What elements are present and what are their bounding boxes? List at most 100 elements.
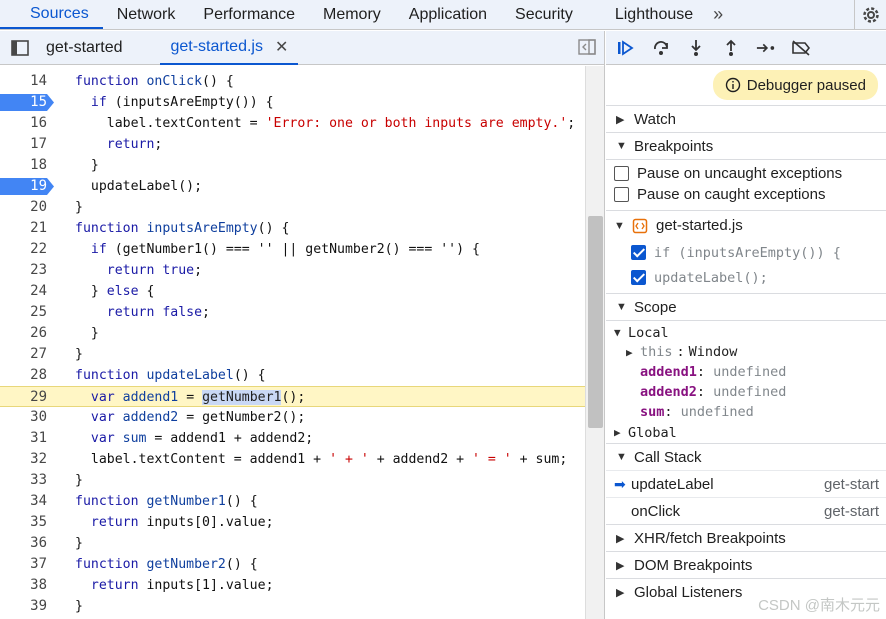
line-number[interactable]: 36 — [0, 533, 47, 554]
file-tab-get-started-js[interactable]: get-started.js ✕ — [160, 31, 299, 65]
line-number[interactable]: 22 — [0, 239, 47, 260]
info-icon — [725, 77, 740, 93]
code-line[interactable]: 26 } — [0, 323, 585, 344]
local-scope-row[interactable]: ▼ Local — [606, 320, 886, 342]
bp-file-row[interactable]: ▼ get-started.js — [606, 210, 886, 240]
code-line[interactable]: 18 } — [0, 155, 585, 176]
navigator-toggle-icon[interactable] — [0, 31, 40, 65]
debugger-toggle-icon[interactable] — [578, 39, 596, 57]
line-number[interactable]: 29 — [0, 387, 47, 408]
pause-uncaught-row[interactable]: Pause on uncaught exceptions — [606, 159, 886, 183]
tab-application[interactable]: Application — [395, 0, 501, 29]
this-key: this — [640, 344, 673, 360]
line-number[interactable]: 24 — [0, 281, 47, 302]
deactivate-breakpoints-icon[interactable] — [791, 38, 811, 58]
more-tabs-icon[interactable]: » — [707, 0, 729, 29]
bp-checkbox[interactable] — [631, 245, 646, 260]
resume-icon[interactable] — [616, 38, 636, 58]
call-stack-section-header[interactable]: ▼ Call Stack — [606, 443, 886, 470]
watch-section-header[interactable]: ▶ Watch — [606, 105, 886, 132]
code-editor[interactable]: 14 function onClick() {15 if (inputsAreEm… — [0, 66, 604, 619]
line-number[interactable]: 14 — [0, 71, 47, 92]
scrollbar-thumb[interactable] — [588, 216, 603, 428]
code-line[interactable]: 24 } else { — [0, 281, 585, 302]
tab-lighthouse[interactable]: Lighthouse — [595, 0, 707, 29]
step-out-icon[interactable] — [721, 38, 741, 58]
code-line[interactable]: 21 function inputsAreEmpty() { — [0, 218, 585, 239]
line-number[interactable]: 27 — [0, 344, 47, 365]
line-number[interactable]: 34 — [0, 491, 47, 512]
pause-uncaught-checkbox[interactable] — [614, 166, 629, 181]
bp-item[interactable]: if (inputsAreEmpty()) { — [606, 240, 886, 265]
close-icon[interactable]: ✕ — [275, 37, 288, 57]
line-number[interactable]: 21 — [0, 218, 47, 239]
code-text: var addend1 = getNumber1(); — [75, 387, 305, 408]
global-scope-row[interactable]: ▶ Global — [606, 422, 886, 443]
line-number[interactable]: 30 — [0, 407, 47, 428]
code-line[interactable]: 36} — [0, 533, 585, 554]
bp-checkbox[interactable] — [631, 270, 646, 285]
code-line[interactable]: 31 var sum = addend1 + addend2; — [0, 428, 585, 449]
step-over-icon[interactable] — [651, 38, 671, 58]
line-number[interactable]: 18 — [0, 155, 47, 176]
code-line[interactable]: 15 if (inputsAreEmpty()) { — [0, 92, 585, 113]
tab-memory[interactable]: Memory — [309, 0, 395, 29]
line-number[interactable]: 28 — [0, 365, 47, 386]
code-line[interactable]: 34 function getNumber1() { — [0, 491, 585, 512]
line-number[interactable]: 19 — [0, 176, 47, 197]
scope-section-header[interactable]: ▼ Scope — [606, 293, 886, 320]
code-line[interactable]: 30 var addend2 = getNumber2(); — [0, 407, 585, 428]
expand-icon: ▶ — [616, 586, 625, 599]
line-number[interactable]: 23 — [0, 260, 47, 281]
line-number[interactable]: 31 — [0, 428, 47, 449]
line-number[interactable]: 15 — [0, 92, 47, 113]
code-line[interactable]: 20} — [0, 197, 585, 218]
this-row[interactable]: ▶ this: Window — [606, 342, 886, 362]
code-line[interactable]: 33} — [0, 470, 585, 491]
code-line[interactable]: 35 return inputs[0].value; — [0, 512, 585, 533]
line-number[interactable]: 33 — [0, 470, 47, 491]
step-icon[interactable] — [756, 38, 776, 58]
line-number[interactable]: 32 — [0, 449, 47, 470]
line-number[interactable]: 38 — [0, 575, 47, 596]
editor-scrollbar[interactable] — [585, 66, 604, 619]
line-number[interactable]: 37 — [0, 554, 47, 575]
code-line[interactable]: 39} — [0, 596, 585, 617]
code-line[interactable]: 38 return inputs[1].value; — [0, 575, 585, 596]
code-line[interactable]: 16 label.textContent = 'Error: one or bo… — [0, 113, 585, 134]
dom-breakpoints-section-header[interactable]: ▶ DOM Breakpoints — [606, 551, 886, 578]
tab-performance[interactable]: Performance — [189, 0, 309, 29]
code-line[interactable]: 37 function getNumber2() { — [0, 554, 585, 575]
line-number[interactable]: 16 — [0, 113, 47, 134]
tab-network[interactable]: Network — [103, 0, 190, 29]
code-line[interactable]: 28 function updateLabel() { — [0, 365, 585, 386]
tab-sources[interactable]: Sources — [0, 0, 103, 29]
code-line[interactable]: 32 label.textContent = addend1 + ' + ' +… — [0, 449, 585, 470]
code-line[interactable]: 25 return false; — [0, 302, 585, 323]
line-number[interactable]: 39 — [0, 596, 47, 617]
pause-caught-row[interactable]: Pause on caught exceptions — [606, 183, 886, 206]
step-into-icon[interactable] — [686, 38, 706, 58]
line-number[interactable]: 25 — [0, 302, 47, 323]
gear-icon[interactable] — [854, 0, 886, 30]
file-tab-get-started[interactable]: get-started — [40, 31, 160, 65]
code-line[interactable]: 23 return true; — [0, 260, 585, 281]
code-line[interactable]: 19 updateLabel(); — [0, 176, 585, 197]
tab-security[interactable]: Security — [501, 0, 595, 29]
call-frame[interactable]: onClick get-start — [606, 497, 886, 524]
bp-item[interactable]: updateLabel(); — [606, 265, 886, 290]
call-frame-active[interactable]: ➡ updateLabel get-start — [606, 470, 886, 497]
code-line[interactable]: 27} — [0, 344, 585, 365]
line-number[interactable]: 17 — [0, 134, 47, 155]
breakpoints-section-header[interactable]: ▼ Breakpoints — [606, 132, 886, 159]
line-number[interactable]: 26 — [0, 323, 47, 344]
pause-caught-checkbox[interactable] — [614, 187, 629, 202]
code-line[interactable]: 14 function onClick() { — [0, 71, 585, 92]
line-number[interactable]: 20 — [0, 197, 47, 218]
code-line[interactable]: 22 if (getNumber1() === '' || getNumber2… — [0, 239, 585, 260]
line-number[interactable]: 35 — [0, 512, 47, 533]
code-line[interactable]: 17 return; — [0, 134, 585, 155]
code-line-current[interactable]: 29 var addend1 = getNumber1(); — [0, 386, 585, 407]
xhr-breakpoints-section-header[interactable]: ▶ XHR/fetch Breakpoints — [606, 524, 886, 551]
